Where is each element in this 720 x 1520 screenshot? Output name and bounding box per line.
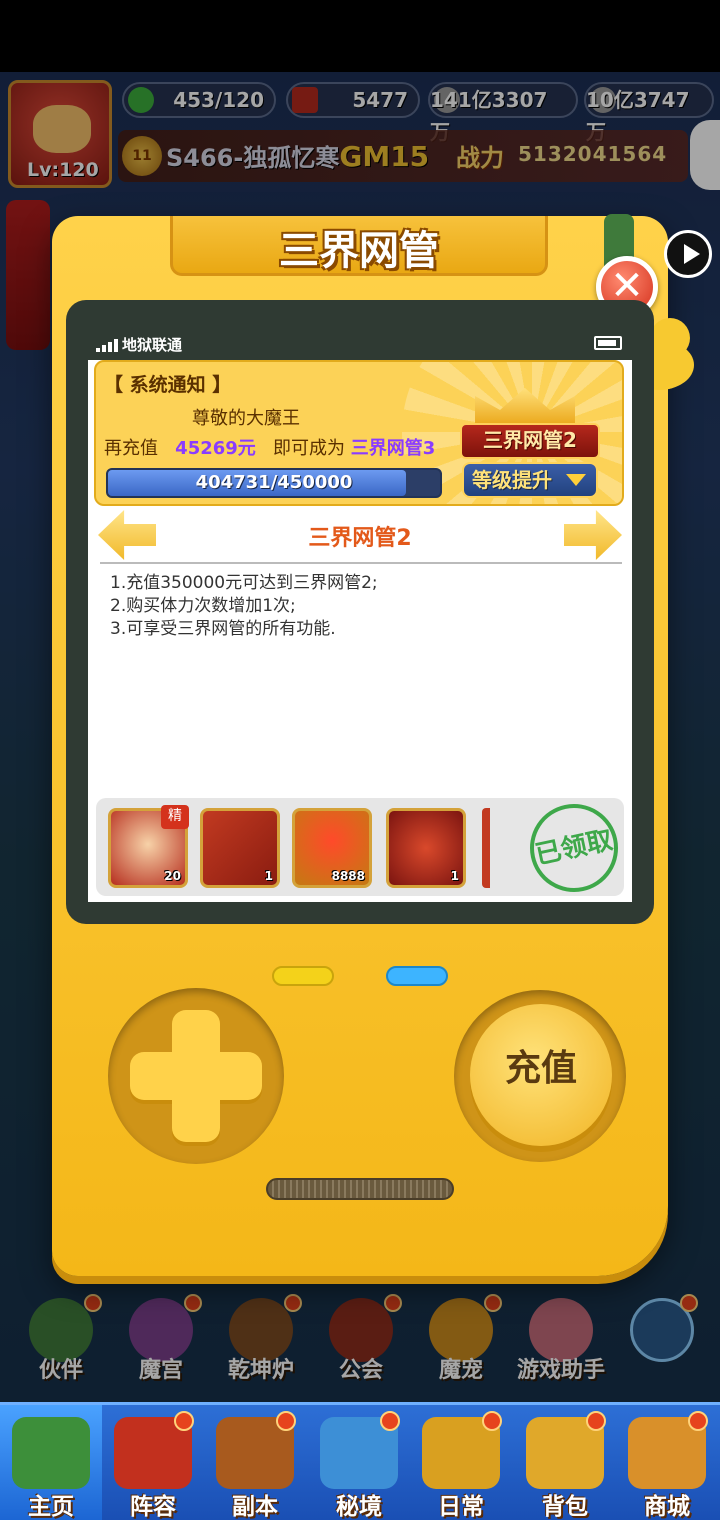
nav-label: 秘境 [336,1494,382,1520]
notification-dot [586,1411,606,1431]
reward-item-gift-box[interactable]: 1 [386,808,466,888]
nav-daily[interactable]: 日常 [410,1405,512,1520]
battery-icon [594,336,622,350]
bottom-nav: 主页 阵容 副本 秘境 日常 背包 商城 [0,1402,720,1520]
level-up-button[interactable]: 等级提升 [462,462,598,498]
reward-count: 1 [450,869,459,883]
signal-icon [96,334,120,352]
notice-middle: 即可成为 [272,438,345,459]
nav-bag[interactable]: 背包 [514,1405,616,1520]
divider [100,562,622,564]
level-title: 三界网管2 [308,526,412,551]
benefit-line: 1.充值350000元可达到三界网管2; [110,573,378,593]
chevron-down-icon [566,474,586,486]
nav-lineup[interactable]: 阵容 [102,1405,204,1520]
home-icon [12,1417,90,1489]
reward-strip: 精 20 1 8888 1 已领取 [96,795,627,901]
benefit-line: 2.购买体力次数增加1次; [110,596,296,616]
recharge-progress-bar: 404731/450000 [106,468,442,498]
nav-shop[interactable]: 商城 [616,1405,718,1520]
nav-label: 背包 [542,1494,588,1520]
reward-item-scroll[interactable]: 1 [200,808,280,888]
notification-dot [380,1411,400,1431]
progress-text: 404731/450000 [195,472,353,493]
nav-label: 副本 [232,1494,278,1520]
recharge-button[interactable]: 充值 [470,1004,612,1146]
nav-label: 日常 [438,1494,484,1520]
recharge-amount: 45269元 [175,438,256,459]
reward-item-treasure-chest[interactable]: 8888 [292,808,372,888]
notice-prefix: 再充值 [104,438,158,459]
nav-secret-realm[interactable]: 秘境 [308,1405,410,1520]
notification-dot [688,1411,708,1431]
dialog-title-tab: 三界网管 [170,216,548,276]
notification-dot [482,1411,502,1431]
duck-head [650,318,690,358]
level-up-label: 等级提升 [472,468,552,492]
nav-home[interactable]: 主页 [0,1405,102,1520]
reward-item-hero[interactable]: 精 20 [108,805,189,888]
notice-greeting: 尊敬的大魔王 [192,408,300,429]
yellow-pill-button [272,966,334,986]
crown-shape [475,388,575,428]
notice-recharge-line: 再充值 45269元 即可成为 三界网管3 [104,434,435,460]
blue-pill-button [386,966,448,986]
reward-item-partial [482,808,490,888]
current-rank-banner: 三界网管2 [460,423,600,459]
speaker-grille [266,1178,454,1200]
notice-header: 【 系统通知 】 [104,374,232,396]
notification-dot [276,1411,296,1431]
dialog-title: 三界网管 [279,228,439,274]
dpad-icon [130,1010,262,1142]
notification-dot [174,1411,194,1431]
nav-label: 主页 [28,1494,74,1520]
claimed-stamp: 已领取 [521,795,627,901]
reward-count: 8888 [331,869,365,883]
phone-status-bar: 地狱联通 [88,326,632,360]
carrier-name: 地狱联通 [122,336,183,354]
top-black-bar [0,0,720,72]
target-level: 三界网管3 [350,438,436,459]
play-video-button[interactable] [664,230,712,278]
nav-label: 阵容 [130,1494,176,1520]
benefit-line: 3.可享受三界网管的所有功能. [110,619,336,639]
reward-count: 20 [164,869,181,883]
reward-count: 1 [264,869,273,883]
nav-dungeon[interactable]: 副本 [204,1405,306,1520]
elite-tag: 精 [161,805,189,829]
nav-label: 商城 [644,1494,690,1520]
dpad-vertical [172,1010,220,1142]
level-benefits: 1.充值350000元可达到三界网管2; 2.购买体力次数增加1次; 3.可享受… [110,572,620,641]
